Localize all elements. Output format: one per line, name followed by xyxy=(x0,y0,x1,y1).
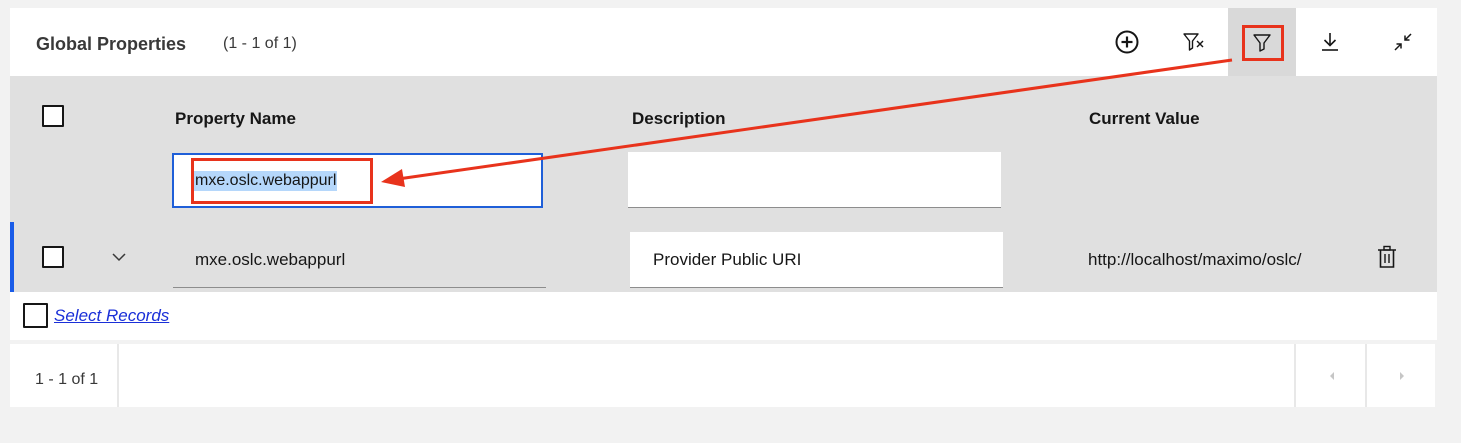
table-row[interactable]: mxe.oslc.webappurl Provider Public URI h… xyxy=(10,222,1437,292)
download-icon xyxy=(1322,33,1338,51)
select-all-checkbox[interactable] xyxy=(42,105,64,127)
column-header-current-value[interactable]: Current Value xyxy=(1089,109,1200,129)
pagination-count: 1 - 1 of 1 xyxy=(35,371,99,388)
minimize-icon xyxy=(1394,33,1412,51)
chevron-left-icon xyxy=(1329,371,1334,380)
pagination-divider xyxy=(1365,344,1367,407)
minimize-button[interactable] xyxy=(1369,8,1437,76)
select-records-link[interactable]: Select Records xyxy=(54,306,169,326)
chevron-down-icon[interactable] xyxy=(110,250,128,264)
global-properties-panel: Global Properties (1 - 1 of 1) Property … xyxy=(10,8,1437,340)
clear-filter-button[interactable] xyxy=(1160,8,1228,76)
annotation-highlight-filter-button xyxy=(1242,25,1284,61)
column-header-description[interactable]: Description xyxy=(632,109,726,129)
add-row-button[interactable] xyxy=(1093,8,1161,76)
record-count: (1 - 1 of 1) xyxy=(223,35,297,52)
next-page-button[interactable] xyxy=(1368,344,1435,407)
pagination-bar: 1 - 1 of 1 xyxy=(10,344,1435,407)
pagination-divider xyxy=(117,344,119,407)
column-header-property-name[interactable]: Property Name xyxy=(175,109,296,129)
clear-filter-icon xyxy=(1183,33,1204,51)
chevron-right-icon xyxy=(1399,371,1404,380)
trash-icon[interactable] xyxy=(1376,245,1398,269)
select-records-checkbox[interactable] xyxy=(23,303,48,328)
previous-page-button[interactable] xyxy=(1298,344,1365,407)
annotation-highlight-filter-value xyxy=(191,158,373,204)
table-toolbar: Global Properties (1 - 1 of 1) xyxy=(10,8,1437,76)
row-selected-accent xyxy=(10,222,14,292)
row-current-value: http://localhost/maximo/oslc/ xyxy=(1088,250,1302,269)
row-description[interactable]: Provider Public URI xyxy=(630,232,1003,288)
download-button[interactable] xyxy=(1296,8,1364,76)
row-property-name[interactable]: mxe.oslc.webappurl xyxy=(173,232,546,288)
add-circle-icon xyxy=(1115,30,1139,54)
select-records-row: Select Records xyxy=(10,292,1437,340)
table-title: Global Properties xyxy=(36,34,187,54)
pagination-divider xyxy=(1294,344,1296,407)
row-checkbox[interactable] xyxy=(42,246,64,268)
description-filter-input[interactable] xyxy=(628,152,1001,208)
